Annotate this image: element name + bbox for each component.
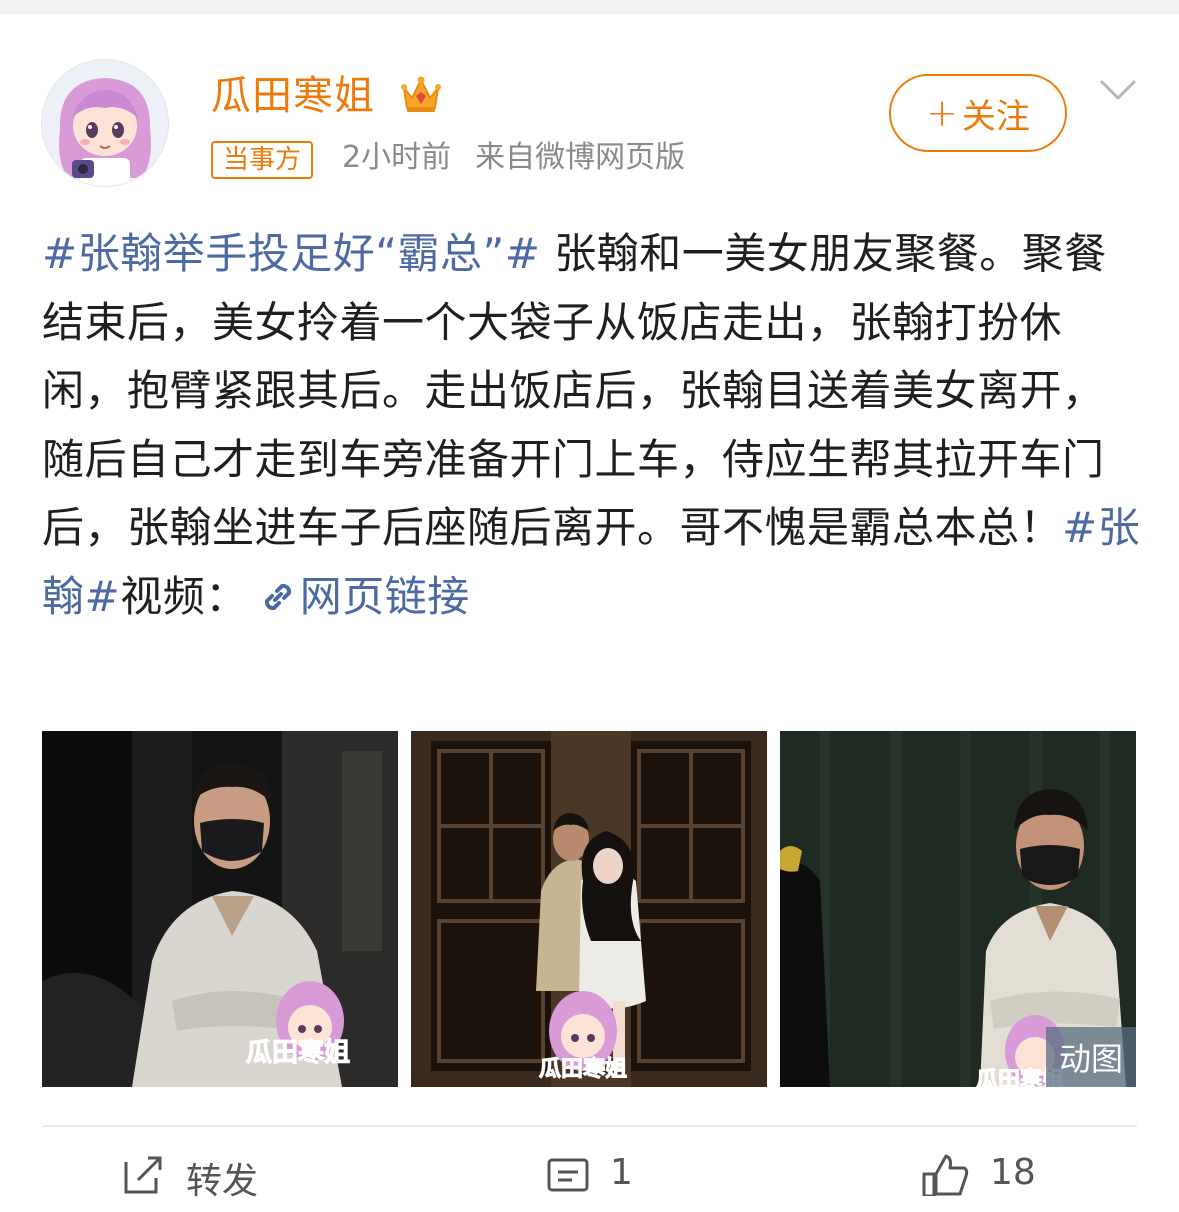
status-badge: 当事方	[211, 141, 314, 179]
web-link[interactable]: 网页链接	[300, 572, 470, 621]
watermark-text: 瓜田寒姐	[246, 1037, 350, 1068]
topic-link[interactable]: #张翰举手投足好“霸总”#	[42, 229, 540, 278]
follow-button[interactable]: + 关注	[889, 74, 1067, 152]
plus-icon: +	[926, 91, 958, 135]
follow-label: 关注	[961, 96, 1030, 137]
like-button[interactable]: 18	[920, 1152, 1036, 1212]
link-icon	[264, 583, 291, 610]
repost-icon	[124, 1156, 162, 1194]
gif-badge: 动图	[1046, 1027, 1136, 1087]
repost-button[interactable]: 转发	[122, 1152, 258, 1212]
post-body-tail: 视频：	[120, 571, 248, 621]
post-time: 2小时前	[342, 140, 452, 175]
comment-count: 1	[610, 1152, 633, 1193]
repost-label: 转发	[186, 1161, 259, 1202]
comment-icon	[547, 1158, 589, 1192]
post-meta: 2小时前 来自微博网页版	[342, 136, 685, 180]
avatar[interactable]	[42, 60, 168, 186]
post-source: 来自微博网页版	[475, 140, 686, 175]
chevron-down-icon[interactable]	[1098, 74, 1138, 104]
top-separator	[0, 0, 1179, 14]
author-name[interactable]: 瓜田寒姐	[211, 70, 375, 122]
post-text: #张翰举手投足好“霸总”# 张翰和一美女朋友聚餐。聚餐结束后，美女拎着一个大袋子…	[42, 220, 1142, 631]
watermark-text: 瓜田寒姐	[539, 1056, 627, 1082]
divider	[42, 1125, 1137, 1127]
crown-icon	[401, 76, 441, 112]
post-image[interactable]: 瓜田寒姐 动图	[780, 731, 1136, 1087]
like-icon	[922, 1154, 969, 1196]
post-image[interactable]: 瓜田寒姐	[411, 731, 767, 1087]
like-count: 18	[990, 1152, 1036, 1193]
post-image[interactable]: 瓜田寒姐	[42, 731, 398, 1087]
comment-button[interactable]: 1	[546, 1152, 633, 1212]
